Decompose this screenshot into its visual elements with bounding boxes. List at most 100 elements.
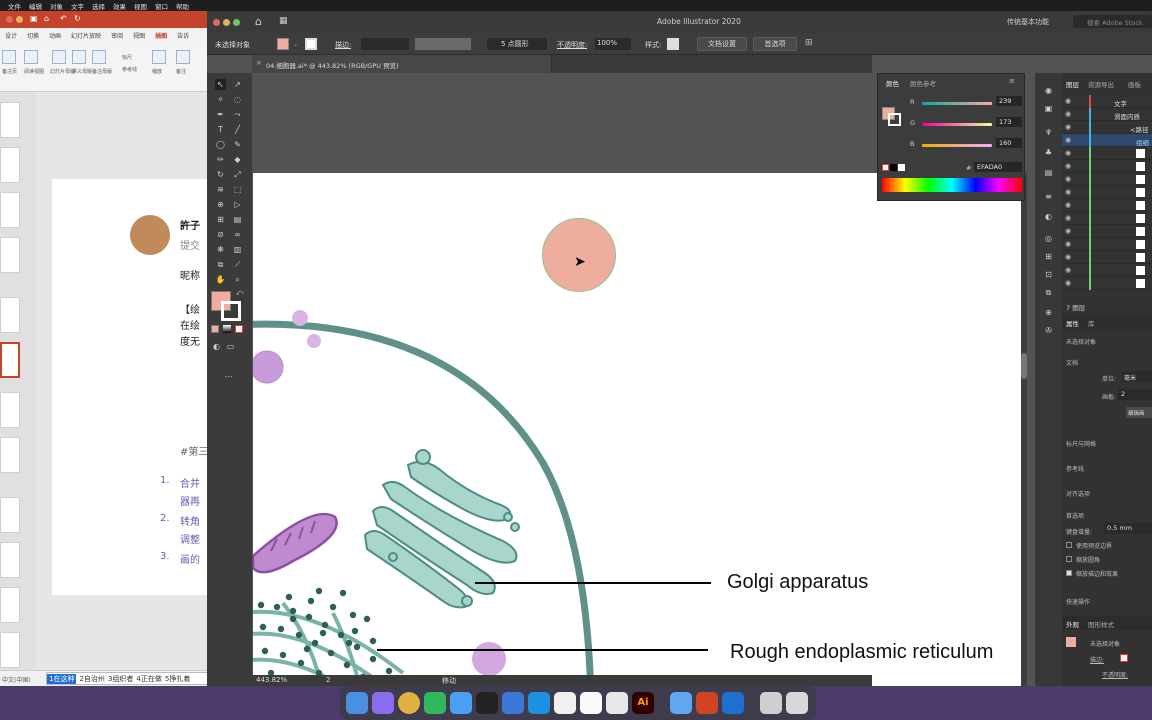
transform-icon[interactable]: ⊡ <box>1043 269 1054 280</box>
column-graph-icon[interactable]: ▥ <box>232 244 243 255</box>
artboard[interactable]: Golgi apparatus Rough endoplasmic reticu… <box>253 173 1022 686</box>
color-guide-tab[interactable]: 颜色参考 <box>910 78 936 88</box>
brushes-icon[interactable]: ♆ <box>1043 127 1054 138</box>
image-trace-icon[interactable]: ✇ <box>1043 325 1054 336</box>
appearance-opacity-label[interactable]: 不透明度: <box>1102 670 1128 679</box>
ppt-tab-design[interactable]: 设计 <box>5 31 17 40</box>
stroke-panel-icon[interactable]: ≡ <box>1043 191 1054 202</box>
eye-icon[interactable]: ◉ <box>1065 97 1071 105</box>
notes-master-button[interactable] <box>92 50 106 64</box>
downloads-icon[interactable] <box>760 692 782 714</box>
graphic-styles-tab[interactable]: 图形样式 <box>1088 619 1114 629</box>
slide-thumb[interactable] <box>0 237 20 273</box>
document-tab[interactable]: × 04.细胞器.ai* @ 443.82% (RGB/GPU 预览) <box>252 55 552 73</box>
layers-list[interactable]: ◉ 文字 ◉ 滑面内质 ◉ <路径 ◉ 组细 ◉ ◉ ◉ ◉ ◉ ◉ ◉ ◉ ◉ ◉ ◉ <box>1062 95 1152 300</box>
pathfinder-icon[interactable]: ⧉ <box>1043 287 1054 298</box>
ppt-tab-insert[interactable]: 插图 <box>155 31 167 40</box>
stroke-color-swatch[interactable] <box>221 301 241 321</box>
eye-icon[interactable]: ◉ <box>1065 253 1071 261</box>
trash-icon[interactable] <box>786 692 808 714</box>
artboard-tool-icon[interactable]: ⧉ <box>215 259 226 270</box>
green-value-input[interactable]: 173 <box>996 117 1022 127</box>
slide-thumb[interactable] <box>0 392 20 428</box>
app-icon[interactable] <box>722 692 744 714</box>
line-tool-icon[interactable]: ╱ <box>232 124 243 135</box>
chrome-icon[interactable] <box>398 692 420 714</box>
fill-swatch[interactable] <box>277 38 289 50</box>
eyedropper-icon[interactable]: ⊘ <box>215 229 226 240</box>
ppt-tab-review[interactable]: 审阅 <box>111 31 123 40</box>
messages-icon[interactable] <box>450 692 472 714</box>
layer-row-selected[interactable]: ◉ 组细 <box>1062 134 1152 147</box>
libraries-icon[interactable]: ▣ <box>1043 103 1054 114</box>
eye-icon[interactable]: ◉ <box>1065 266 1071 274</box>
layer-row[interactable]: ◉ <box>1062 173 1152 186</box>
layer-name[interactable]: 组细 <box>1136 137 1149 147</box>
qq-icon[interactable] <box>476 692 498 714</box>
mitochondrion[interactable] <box>253 512 338 574</box>
properties-icon[interactable]: ◉ <box>1043 85 1054 96</box>
none-swatch-icon[interactable] <box>882 164 889 171</box>
layer-name[interactable]: 滑面内质 <box>1114 111 1140 121</box>
vesicle[interactable] <box>307 334 321 348</box>
guides-checkbox[interactable]: 参考线 <box>122 66 137 73</box>
stroke-label[interactable]: 描边: <box>335 40 351 50</box>
minimize-icon[interactable] <box>223 19 230 26</box>
menu-effect[interactable]: 效果 <box>113 1 126 11</box>
layer-row[interactable]: ◉ <box>1062 277 1152 290</box>
layers-tab[interactable]: 图层 <box>1066 79 1079 89</box>
menu-object[interactable]: 对象 <box>50 1 63 11</box>
layer-row[interactable]: ◉ 文字 <box>1062 95 1152 108</box>
slide-thumb-selected[interactable] <box>0 342 20 378</box>
layer-row[interactable]: ◉ 滑面内质 <box>1062 108 1152 121</box>
free-transform-icon[interactable]: ⬚ <box>232 184 243 195</box>
slide-thumb[interactable] <box>0 632 20 668</box>
color-tab[interactable]: 颜色 <box>886 78 899 88</box>
eye-icon[interactable]: ◉ <box>1065 188 1071 196</box>
zoom-level[interactable]: 443.82% <box>256 676 287 684</box>
opacity-label[interactable]: 不透明度: <box>557 40 587 50</box>
ppt-tab-tellme[interactable]: 告诉 <box>177 31 189 40</box>
menu-window[interactable]: 窗口 <box>155 1 168 11</box>
appearance-stroke-label[interactable]: 描边: <box>1090 655 1104 664</box>
notes-page-button[interactable] <box>2 50 16 64</box>
menu-help[interactable]: 帮助 <box>176 1 189 11</box>
ppt-slide-canvas[interactable]: 許子 提交 昵称 【绘 在绘 度无 #第三 1. 合并 器再 2. 转角 调整 … <box>52 179 210 595</box>
layer-row[interactable]: ◉ <box>1062 264 1152 277</box>
minimize-icon[interactable] <box>16 16 23 23</box>
swatches-icon[interactable]: ▤ <box>1043 167 1054 178</box>
ruler-checkbox[interactable]: 标尺 <box>122 54 132 61</box>
pencil-icon[interactable]: ✏ <box>215 154 226 165</box>
word-app-icon[interactable] <box>670 692 692 714</box>
reading-view-button[interactable] <box>24 50 38 64</box>
ime-candidate[interactable]: 2自治州 <box>79 674 104 684</box>
menu-view[interactable]: 视图 <box>134 1 147 11</box>
eye-icon[interactable]: ◉ <box>1065 201 1071 209</box>
arrange-documents-icon[interactable]: ⊞ <box>805 38 813 48</box>
variable-width-profile[interactable] <box>415 38 471 50</box>
red-slider[interactable] <box>922 102 992 105</box>
paintbrush-icon[interactable]: ✎ <box>232 139 243 150</box>
edge-icon[interactable] <box>528 692 550 714</box>
close-icon[interactable] <box>213 19 220 26</box>
lasso-tool-icon[interactable]: ◌ <box>232 94 243 105</box>
none-mode-icon[interactable] <box>235 325 243 333</box>
layer-row[interactable]: ◉ <box>1062 199 1152 212</box>
close-icon[interactable] <box>6 16 13 23</box>
symbols-icon[interactable]: ♣ <box>1043 147 1054 158</box>
scrollbar-thumb[interactable] <box>1021 353 1027 379</box>
zoom-button[interactable] <box>152 50 166 64</box>
stock-search-input[interactable]: 搜索 Adobe Stock <box>1073 15 1152 28</box>
launchpad-icon[interactable] <box>372 692 394 714</box>
edit-artboards-button[interactable]: 编辑画 <box>1126 407 1152 418</box>
color-spectrum[interactable] <box>882 178 1022 192</box>
ellipse-tool-icon[interactable]: ◯ <box>215 139 226 150</box>
ime-candidate[interactable]: 4正在做 <box>136 674 161 684</box>
vesicle[interactable] <box>292 310 308 326</box>
type-tool-icon[interactable]: T <box>215 124 226 135</box>
slide-thumb[interactable] <box>0 297 20 333</box>
libraries-tab[interactable]: 库 <box>1088 318 1095 328</box>
menu-type[interactable]: 文字 <box>71 1 84 11</box>
layer-name[interactable]: 文字 <box>1114 98 1127 108</box>
transparency-icon[interactable]: ◐ <box>1043 211 1054 222</box>
